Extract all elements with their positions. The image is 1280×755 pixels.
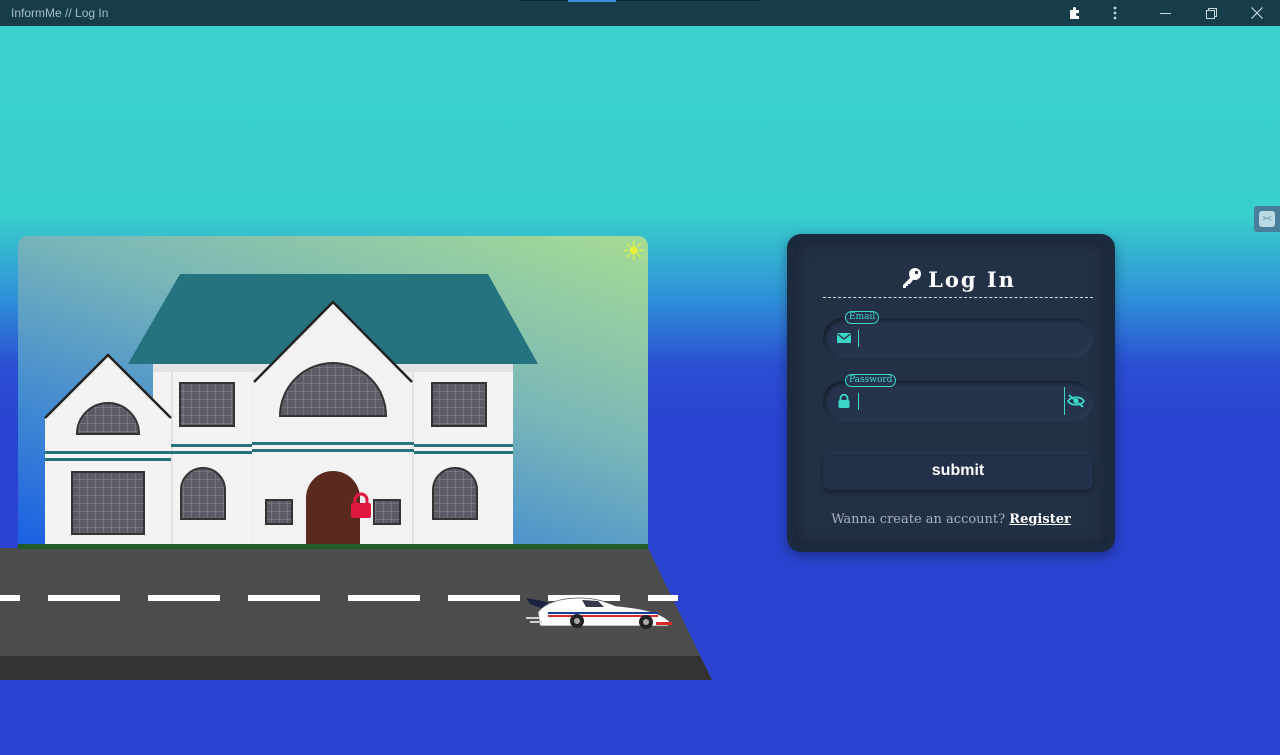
password-input[interactable] xyxy=(858,393,859,410)
house-illustration: ☀ xyxy=(0,0,720,755)
more-icon[interactable] xyxy=(1095,0,1135,26)
email-input[interactable] xyxy=(858,330,859,347)
login-title-text: Log In xyxy=(928,267,1016,292)
login-title: Log In xyxy=(823,267,1093,298)
envelope-icon xyxy=(837,331,851,345)
email-field[interactable]: Email xyxy=(823,311,1093,358)
side-panel-toggle[interactable]: >< xyxy=(1254,206,1280,232)
login-card: Log In Email Password submit Wanna creat… xyxy=(787,234,1115,552)
eye-slash-icon[interactable] xyxy=(1064,387,1089,415)
road-curb xyxy=(0,656,712,680)
close-icon[interactable] xyxy=(1237,0,1277,26)
email-label: Email xyxy=(845,311,880,324)
register-prompt-text: Wanna create an account? xyxy=(831,512,1006,527)
password-field[interactable]: Password xyxy=(823,374,1093,421)
restore-icon[interactable] xyxy=(1191,0,1231,26)
password-label: Password xyxy=(845,374,897,387)
register-prompt: Wanna create an account? Register xyxy=(794,512,1108,527)
minimize-icon[interactable] xyxy=(1145,0,1185,26)
login-card-inner: Log In Email Password submit Wanna creat… xyxy=(794,241,1108,545)
extensions-icon[interactable] xyxy=(1055,0,1095,26)
key-icon xyxy=(900,267,922,294)
register-link[interactable]: Register xyxy=(1009,512,1071,527)
grass-strip xyxy=(18,544,648,549)
house-scene-svg xyxy=(0,274,712,680)
panel-icon: >< xyxy=(1259,211,1275,227)
lock-field-icon xyxy=(837,393,851,408)
submit-button[interactable]: submit xyxy=(823,452,1093,490)
